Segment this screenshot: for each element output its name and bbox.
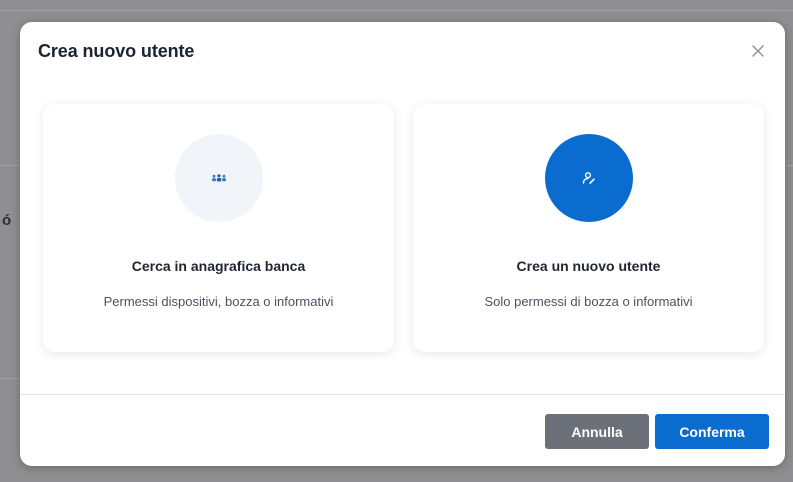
background-divider <box>0 165 20 166</box>
option-title: Cerca in anagrafica banca <box>131 258 306 274</box>
user-edit-icon <box>582 172 595 184</box>
option-icon-circle <box>544 134 633 222</box>
background-divider <box>785 165 793 166</box>
dialog-header: Crea nuovo utente <box>20 22 785 80</box>
dialog-title: Crea nuovo utente <box>38 41 195 61</box>
people-group-icon <box>211 174 226 182</box>
footer-divider <box>20 394 785 395</box>
background-divider <box>0 10 793 11</box>
close-icon <box>752 45 764 57</box>
confirm-button[interactable]: Conferma <box>655 414 769 449</box>
background-divider <box>0 378 20 379</box>
option-icon-circle <box>174 134 263 222</box>
option-subtitle: Permessi dispositivi, bozza o informativ… <box>103 294 334 309</box>
option-card-search-registry[interactable]: Cerca in anagrafica banca Permessi dispo… <box>43 104 394 352</box>
close-button[interactable] <box>747 40 769 62</box>
background-fragment: ó <box>2 212 12 229</box>
option-subtitle: Solo permessi di bozza o informativi <box>484 294 693 309</box>
cancel-button[interactable]: Annulla <box>545 414 649 449</box>
option-title: Crea un nuovo utente <box>516 258 661 274</box>
create-user-dialog: Crea nuovo utente Cerca in anagrafica ba… <box>20 22 785 466</box>
option-card-create-new-user[interactable]: Crea un nuovo utente Solo permessi di bo… <box>413 104 764 352</box>
